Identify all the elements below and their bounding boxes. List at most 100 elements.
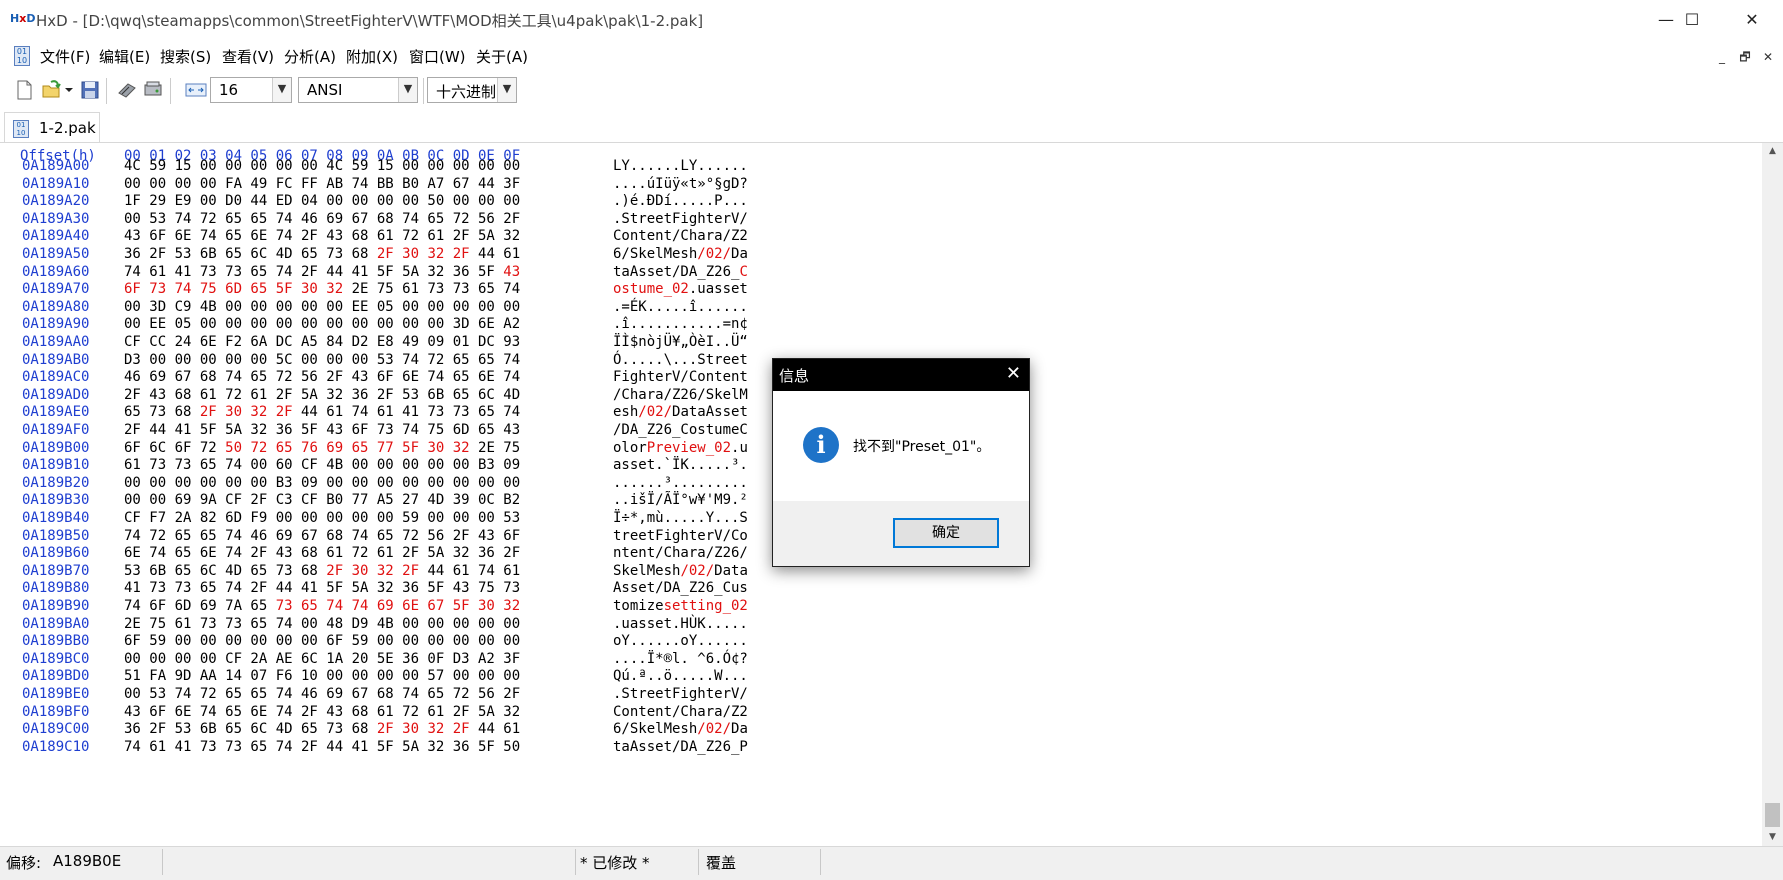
row-ascii[interactable]: treetFighterV/Co: [613, 528, 748, 544]
row-ascii[interactable]: olorPreview_02.u: [613, 440, 748, 456]
menu-about[interactable]: 关于(A): [476, 46, 528, 67]
row-hex-bytes[interactable]: 6F 73 74 75 6D 65 5F 30 32 2E 75 61 73 7…: [124, 281, 520, 297]
row-hex-bytes[interactable]: 00 00 69 9A CF 2F C3 CF B0 77 A5 27 4D 3…: [124, 492, 520, 508]
row-hex-bytes[interactable]: 00 3D C9 4B 00 00 00 00 00 EE 05 00 00 0…: [124, 299, 520, 315]
row-hex-bytes[interactable]: 53 6B 65 6C 4D 65 73 68 2F 30 32 2F 44 6…: [124, 563, 520, 579]
row-ascii[interactable]: ..išÏ/ÃÏ°w¥'M9.²: [613, 492, 748, 508]
open-dropdown-icon[interactable]: [64, 79, 74, 101]
disk-icon[interactable]: [142, 79, 164, 101]
row-hex-bytes[interactable]: 1F 29 E9 00 D0 44 ED 04 00 00 00 00 50 0…: [124, 193, 520, 209]
edit-mode[interactable]: 覆盖: [706, 852, 736, 873]
row-ascii[interactable]: Content/Chara/Z2: [613, 704, 748, 720]
row-hex-bytes[interactable]: 74 6F 6D 69 7A 65 73 65 74 74 69 6E 67 5…: [124, 598, 520, 614]
row-ascii[interactable]: ....Ï*®l. ^6.Ó¢?: [613, 651, 748, 667]
row-ascii[interactable]: .uasset.HÙK.....: [613, 616, 748, 632]
row-hex-bytes[interactable]: 46 69 67 68 74 65 72 56 2F 43 6F 6E 74 6…: [124, 369, 520, 385]
row-ascii[interactable]: Ó.....\...Street: [613, 352, 748, 368]
scroll-down-icon[interactable]: ▼: [1762, 829, 1783, 846]
row-ascii[interactable]: ÏÌ$nòjÜ¥„ÒèI..Ü“: [613, 334, 748, 350]
row-hex-bytes[interactable]: 00 00 00 00 CF 2A AE 6C 1A 20 5E 36 0F D…: [124, 651, 520, 667]
open-file-icon[interactable]: [41, 79, 63, 101]
document-icon[interactable]: 01 10: [14, 46, 30, 66]
mdi-restore-button[interactable]: 🗗: [1735, 48, 1755, 66]
row-ascii[interactable]: /DA_Z26_CostumeC: [613, 422, 748, 438]
menu-extras[interactable]: 附加(X): [346, 46, 398, 67]
row-ascii[interactable]: taAsset/DA_Z26_P: [613, 739, 748, 755]
vertical-scrollbar[interactable]: ▲ ▼: [1762, 143, 1783, 846]
row-ascii[interactable]: Content/Chara/Z2: [613, 228, 748, 244]
row-hex-bytes[interactable]: 2E 75 61 73 73 65 74 00 48 D9 4B 00 00 0…: [124, 616, 520, 632]
row-hex-bytes[interactable]: 6E 74 65 6E 74 2F 43 68 61 72 61 2F 5A 3…: [124, 545, 520, 561]
scroll-up-icon[interactable]: ▲: [1762, 143, 1783, 160]
close-button[interactable]: ✕: [1722, 0, 1782, 40]
row-ascii[interactable]: .î...........=n¢: [613, 316, 748, 332]
menu-file[interactable]: 文件(F): [40, 46, 90, 67]
row-ascii[interactable]: FighterV/Content: [613, 369, 748, 385]
row-ascii[interactable]: oY......oY......: [613, 633, 748, 649]
row-hex-bytes[interactable]: CF F7 2A 82 6D F9 00 00 00 00 00 59 00 0…: [124, 510, 520, 526]
row-ascii[interactable]: .=ÉK.....î......: [613, 299, 748, 315]
menu-analysis[interactable]: 分析(A): [284, 46, 336, 67]
mdi-minimize-button[interactable]: _: [1712, 48, 1732, 66]
row-hex-bytes[interactable]: 00 53 74 72 65 65 74 46 69 67 68 74 65 7…: [124, 211, 520, 227]
row-ascii[interactable]: ntent/Chara/Z26/: [613, 545, 748, 561]
tab-file[interactable]: 01 10 1-2.pak: [4, 112, 100, 142]
row-hex-bytes[interactable]: 74 72 65 65 74 46 69 67 68 74 65 72 56 2…: [124, 528, 520, 544]
row-ascii[interactable]: taAsset/DA_Z26_C: [613, 264, 748, 280]
row-hex-bytes[interactable]: 51 FA 9D AA 14 07 F6 10 00 00 00 00 57 0…: [124, 668, 520, 684]
menu-view[interactable]: 查看(V): [222, 46, 274, 67]
row-ascii[interactable]: .)é.ÐDí.....P...: [613, 193, 748, 209]
row-hex-bytes[interactable]: 6F 59 00 00 00 00 00 00 6F 59 00 00 00 0…: [124, 633, 520, 649]
ram-icon[interactable]: [116, 79, 138, 101]
mdi-close-button[interactable]: ✕: [1758, 48, 1778, 66]
row-ascii[interactable]: Qú.ª..ö.....W...: [613, 668, 748, 684]
row-ascii[interactable]: 6/SkelMesh/02/Da: [613, 246, 748, 262]
row-hex-bytes[interactable]: 00 EE 05 00 00 00 00 00 00 00 00 00 00 3…: [124, 316, 520, 332]
menu-edit[interactable]: 编辑(E): [99, 46, 150, 67]
row-hex-bytes[interactable]: 74 61 41 73 73 65 74 2F 44 41 5F 5A 32 3…: [124, 264, 520, 280]
row-hex-bytes[interactable]: 6F 6C 6F 72 50 72 65 76 69 65 77 5F 30 3…: [124, 440, 520, 456]
offset-base-select[interactable]: 十六进制 ▼: [427, 77, 517, 103]
row-hex-bytes[interactable]: 36 2F 53 6B 65 6C 4D 65 73 68 2F 30 32 2…: [124, 721, 520, 737]
row-hex-bytes[interactable]: 65 73 68 2F 30 32 2F 44 61 74 61 41 73 7…: [124, 404, 520, 420]
menu-window[interactable]: 窗口(W): [409, 46, 466, 67]
row-hex-bytes[interactable]: 43 6F 6E 74 65 6E 74 2F 43 68 61 72 61 2…: [124, 228, 520, 244]
row-ascii[interactable]: Ï÷*‚mù.....Y...S: [613, 510, 748, 526]
row-hex-bytes[interactable]: 00 53 74 72 65 65 74 46 69 67 68 74 65 7…: [124, 686, 520, 702]
row-ascii[interactable]: /Chara/Z26/SkelM: [613, 387, 748, 403]
scroll-thumb[interactable]: [1765, 803, 1780, 827]
row-hex-bytes[interactable]: CF CC 24 6E F2 6A DC A5 84 D2 E8 49 09 0…: [124, 334, 520, 350]
row-hex-bytes[interactable]: 00 00 00 00 FA 49 FC FF AB 74 BB B0 A7 6…: [124, 176, 520, 192]
row-hex-bytes[interactable]: 2F 43 68 61 72 61 2F 5A 32 36 2F 53 6B 6…: [124, 387, 520, 403]
dialog-close-icon[interactable]: ✕: [1006, 363, 1021, 384]
row-offset: 0A189B50: [22, 527, 90, 544]
row-hex-bytes[interactable]: 36 2F 53 6B 65 6C 4D 65 73 68 2F 30 32 2…: [124, 246, 520, 262]
row-ascii[interactable]: ......³.........: [613, 475, 748, 491]
row-hex-bytes[interactable]: 00 00 00 00 00 00 B3 09 00 00 00 00 00 0…: [124, 475, 520, 491]
ok-button[interactable]: 确定: [893, 518, 999, 548]
menu-search[interactable]: 搜索(S): [160, 46, 211, 67]
row-ascii[interactable]: .StreetFighterV/: [613, 211, 748, 227]
bytes-per-row-select[interactable]: 16 ▼: [210, 77, 292, 103]
charset-select[interactable]: ANSI ▼: [298, 77, 418, 103]
row-hex-bytes[interactable]: 61 73 73 65 74 00 60 CF 4B 00 00 00 00 0…: [124, 457, 520, 473]
row-hex-bytes[interactable]: 43 6F 6E 74 65 6E 74 2F 43 68 61 72 61 2…: [124, 704, 520, 720]
row-ascii[interactable]: esh/02/DataAsset: [613, 404, 748, 420]
row-ascii[interactable]: ostume_02.uasset: [613, 281, 748, 297]
row-ascii[interactable]: Asset/DA_Z26_Cus: [613, 580, 748, 596]
row-hex-bytes[interactable]: 4C 59 15 00 00 00 00 00 4C 59 15 00 00 0…: [124, 158, 520, 174]
row-ascii[interactable]: ....úIüÿ«t»°§gD?: [613, 176, 748, 192]
row-ascii[interactable]: asset.`ÏK.....³.: [613, 457, 748, 473]
row-ascii[interactable]: tomizesetting_02: [613, 598, 748, 614]
row-ascii[interactable]: SkelMesh/02/Data: [613, 563, 748, 579]
new-file-icon[interactable]: [13, 79, 35, 101]
row-ascii[interactable]: 6/SkelMesh/02/Da: [613, 721, 748, 737]
row-hex-bytes[interactable]: 2F 44 41 5F 5A 32 36 5F 43 6F 73 74 75 6…: [124, 422, 520, 438]
row-hex-bytes[interactable]: 41 73 73 65 74 2F 44 41 5F 5A 32 36 5F 4…: [124, 580, 520, 596]
maximize-button[interactable]: ☐: [1662, 0, 1722, 40]
row-ascii[interactable]: .StreetFighterV/: [613, 686, 748, 702]
save-icon[interactable]: [79, 79, 101, 101]
row-ascii[interactable]: LY......LY......: [613, 158, 748, 174]
row-hex-bytes[interactable]: 74 61 41 73 73 65 74 2F 44 41 5F 5A 32 3…: [124, 739, 520, 755]
row-hex-bytes[interactable]: D3 00 00 00 00 00 5C 00 00 00 53 74 72 6…: [124, 352, 520, 368]
